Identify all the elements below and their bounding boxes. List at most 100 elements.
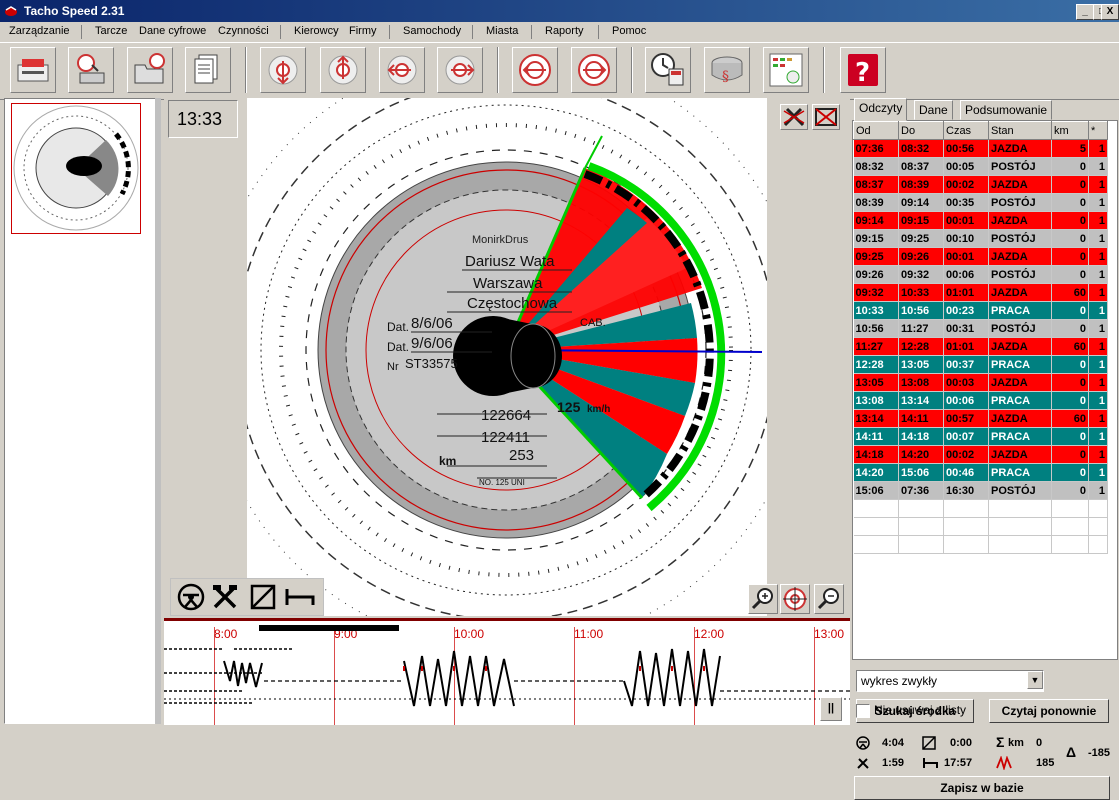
table-row[interactable]: 13:14 14:11 00:57 JAZDA 60 1 [853, 409, 1108, 428]
menu-raporty[interactable]: Raporty [545, 25, 584, 37]
table-row[interactable]: 14:20 15:06 00:46 PRACA 0 1 [853, 463, 1108, 482]
table-row[interactable]: 08:39 09:14 00:35 POSTÓJ 0 1 [853, 193, 1108, 212]
col-header-do[interactable]: Do [898, 121, 944, 140]
table-row[interactable]: 14:18 14:20 00:02 JAZDA 0 1 [853, 445, 1108, 464]
disc-thumbnail-list[interactable] [4, 98, 156, 724]
import-disc-button[interactable] [68, 47, 114, 93]
table-row[interactable]: 13:08 13:14 00:06 PRACA 0 1 [853, 391, 1108, 410]
table-row[interactable]: 10:56 11:27 00:31 POSTÓJ 0 1 [853, 319, 1108, 338]
cell-stan: POSTÓJ [988, 319, 1052, 338]
zoom-in-button[interactable] [748, 584, 778, 614]
tab-odczyty[interactable]: Odczyty [854, 98, 908, 121]
report-button[interactable] [763, 47, 809, 93]
table-row[interactable]: 09:25 09:26 00:01 JAZDA 0 1 [853, 247, 1108, 266]
col-header-star[interactable]: * [1088, 121, 1108, 140]
rotate-up-button[interactable] [320, 47, 366, 93]
empty-row [853, 535, 1108, 554]
cell-km: 0 [1051, 355, 1089, 374]
cell-czas: 00:05 [943, 157, 989, 176]
rotate-right-button[interactable] [437, 47, 483, 93]
table-row[interactable]: 11:27 12:28 01:01 JAZDA 60 1 [853, 337, 1108, 356]
open-disc-button[interactable] [127, 47, 173, 93]
scanner-button[interactable] [10, 47, 56, 93]
table-row[interactable]: 09:32 10:33 01:01 JAZDA 60 1 [853, 283, 1108, 302]
cell-do: 12:28 [898, 337, 944, 356]
menu-czynnosci[interactable]: Czynności [218, 25, 269, 37]
read-again-button[interactable]: Czytaj ponownie [989, 699, 1109, 723]
menu-dane-cyfrowe[interactable]: Dane cyfrowe [139, 25, 206, 37]
disc-arrow-right-icon [445, 55, 475, 85]
delta-label: Δ [1066, 744, 1077, 760]
move-right-button[interactable] [571, 47, 617, 93]
table-row[interactable]: 14:11 14:18 00:07 PRACA 0 1 [853, 427, 1108, 446]
menu-samochody[interactable]: Samochody [403, 25, 461, 37]
menu-kierowcy[interactable]: Kierowcy [294, 25, 339, 37]
table-row[interactable]: 09:14 09:15 00:01 JAZDA 0 1 [853, 211, 1108, 230]
clear-marks-button[interactable] [812, 104, 840, 130]
tab-dane[interactable]: Dane [914, 100, 953, 120]
save-to-database-button[interactable]: Zapisz w bazie [854, 776, 1110, 800]
zoom-out-button[interactable] [814, 584, 844, 614]
cell-star: 1 [1088, 391, 1108, 410]
cell-czas: 00:57 [943, 409, 989, 428]
tachograph-disc[interactable]: MonirkDrus Dariusz Wata Warszawa Częstoc… [247, 98, 767, 616]
menu-firmy[interactable]: Firmy [349, 25, 377, 37]
close-button[interactable]: X [1101, 4, 1119, 20]
tab-podsumowanie[interactable]: Podsumowanie [960, 100, 1053, 120]
activity-graph[interactable]: 8:00 9:00 10:00 11:00 12:00 13:00 || [164, 618, 850, 725]
table-row[interactable]: 09:15 09:25 00:10 POSTÓJ 0 1 [853, 229, 1108, 248]
cell-czas: 00:35 [943, 193, 989, 212]
move-left-button[interactable] [512, 47, 558, 93]
documents-button[interactable] [185, 47, 231, 93]
minimize-button[interactable]: _ [1076, 4, 1094, 20]
cell-od: 09:32 [853, 283, 899, 302]
cell-czas: 00:07 [943, 427, 989, 446]
chevron-down-icon[interactable]: ▼ [1027, 671, 1043, 689]
cell-km: 0 [1051, 175, 1089, 194]
col-header-km[interactable]: km [1051, 121, 1089, 140]
chart-type-select[interactable]: wykres zwykły ▼ [856, 670, 1044, 692]
steering-wheel-icon[interactable] [177, 583, 205, 611]
menu-miasta[interactable]: Miasta [486, 25, 518, 37]
stat-availability-time: 0:00 [950, 737, 973, 749]
scanner-icon [17, 59, 49, 82]
table-row[interactable]: 08:32 08:37 00:05 POSTÓJ 0 1 [853, 157, 1108, 176]
menu-zarzadzanie[interactable]: Zarządzanie [9, 25, 70, 37]
keep-in-list-checkbox[interactable] [856, 704, 870, 718]
menu-bar: Zarządzanie Tarcze Dane cyfrowe Czynnośc… [0, 22, 1119, 42]
cell-km: 0 [1051, 373, 1089, 392]
graph-scroll-button[interactable]: || [820, 697, 842, 721]
hammers-icon[interactable] [211, 583, 239, 611]
col-header-czas[interactable]: Czas [943, 121, 989, 140]
col-header-stan[interactable]: Stan [988, 121, 1052, 140]
tools-hammer-button[interactable] [780, 104, 808, 130]
rotate-left-button[interactable] [379, 47, 425, 93]
availability-icon[interactable] [249, 583, 277, 611]
table-row[interactable]: 12:28 13:05 00:37 PRACA 0 1 [853, 355, 1108, 374]
cell-stan: PRACA [988, 301, 1052, 320]
table-row[interactable]: 15:06 07:36 16:30 POSTÓJ 0 1 [853, 481, 1108, 500]
time-calculator-button[interactable] [645, 47, 691, 93]
menu-separator [472, 25, 473, 39]
menu-tarcze[interactable]: Tarcze [95, 25, 127, 37]
rest-bed-icon[interactable] [283, 583, 315, 611]
center-target-button[interactable] [780, 584, 810, 614]
readings-table[interactable]: Od Do Czas Stan km * 07:36 08:32 00:56 JAZD… [852, 120, 1118, 660]
col-header-od[interactable]: Od [853, 121, 899, 140]
disc-thumbnail[interactable] [11, 103, 141, 234]
table-row[interactable]: 07:36 08:32 00:56 JAZDA 5 1 [853, 139, 1108, 158]
keep-in-list-label[interactable]: Nie usuwaj z listy [874, 703, 966, 717]
cell-stan: POSTÓJ [988, 481, 1052, 500]
rotate-down-button[interactable] [260, 47, 306, 93]
splitter[interactable] [155, 98, 161, 724]
table-row[interactable]: 10:33 10:56 00:23 PRACA 0 1 [853, 301, 1108, 320]
menu-pomoc[interactable]: Pomoc [612, 25, 646, 37]
table-row[interactable]: 08:37 08:39 00:02 JAZDA 0 1 [853, 175, 1108, 194]
help-button[interactable]: ? [840, 47, 886, 93]
table-row[interactable]: 13:05 13:08 00:03 JAZDA 0 1 [853, 373, 1108, 392]
cell-czas: 00:06 [943, 265, 989, 284]
law-button[interactable]: § [704, 47, 750, 93]
cell-km: 60 [1051, 409, 1089, 428]
table-row[interactable]: 09:26 09:32 00:06 POSTÓJ 0 1 [853, 265, 1108, 284]
disc-to-city: Częstochowa [467, 295, 558, 312]
